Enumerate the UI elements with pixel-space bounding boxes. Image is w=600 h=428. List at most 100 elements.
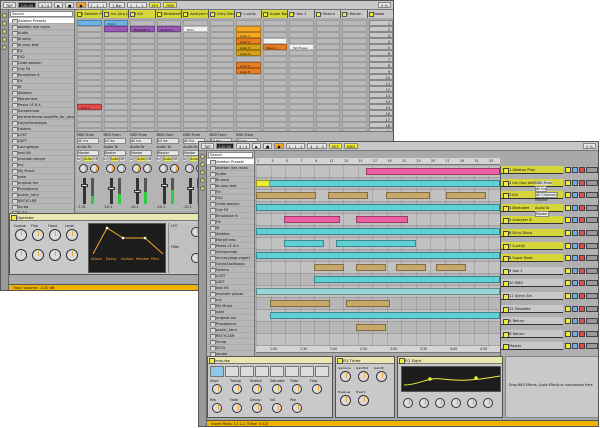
volume-fader[interactable]	[189, 178, 192, 204]
clip[interactable]: Bass 1	[262, 44, 287, 50]
arrangement-clip[interactable]	[256, 192, 316, 199]
solo-button[interactable]	[572, 293, 578, 299]
track-header[interactable]: 1 Ableton Plan	[76, 10, 103, 18]
send-knob[interactable]	[158, 164, 168, 173]
track-header[interactable]: 9 Vox 1	[288, 10, 315, 18]
eq-eight-knob[interactable]	[403, 398, 413, 408]
browser-search-input[interactable]: Search	[10, 11, 73, 17]
record-button[interactable]: ●	[274, 143, 284, 149]
solo-button[interactable]	[572, 305, 578, 312]
send-knob[interactable]	[79, 164, 88, 173]
arm-button[interactable]	[579, 280, 585, 287]
solo-button[interactable]	[572, 318, 578, 325]
sample-slot[interactable]	[315, 366, 329, 377]
solo-button[interactable]	[572, 255, 578, 262]
impulse-knob[interactable]	[292, 403, 302, 413]
sample-slot[interactable]	[270, 366, 284, 377]
envelope-display[interactable]: Attack Decay Sustain Release Pitch	[88, 223, 166, 273]
operator-knob[interactable]	[49, 229, 61, 241]
arrangement-clip[interactable]	[270, 312, 500, 319]
input-select[interactable]: All Ins	[77, 138, 99, 144]
arm-button[interactable]	[579, 167, 585, 173]
eq-eight-knob[interactable]	[451, 398, 461, 408]
track-header[interactable]: 4 Beatsteel	[501, 203, 563, 212]
arrangement-clip[interactable]	[396, 264, 426, 271]
arrangement-clip[interactable]	[256, 252, 500, 259]
arrangement-clip[interactable]	[356, 216, 408, 223]
tempo-field[interactable]: 120.00	[17, 2, 37, 8]
sample-slot[interactable]	[210, 366, 224, 377]
monitor-in[interactable]: In	[156, 157, 160, 161]
clip[interactable]: Fat Phase	[289, 44, 314, 50]
arm-button[interactable]	[579, 318, 585, 325]
volume-field[interactable]	[586, 192, 598, 199]
track-header[interactable]: 7 Luckily	[501, 241, 563, 250]
impulse-knob[interactable]	[252, 384, 262, 394]
arm-button[interactable]	[579, 230, 585, 236]
monitor-auto[interactable]: Auto	[137, 157, 145, 161]
clip[interactable]: Loop 4	[236, 50, 261, 56]
track-activator-button[interactable]	[565, 179, 571, 186]
arrangement-clip[interactable]	[256, 228, 500, 235]
arm-button[interactable]	[579, 293, 585, 299]
eq-eight-display[interactable]	[401, 366, 501, 392]
impulse-knob[interactable]	[252, 403, 262, 413]
send-knob[interactable]	[105, 164, 115, 173]
midi-map-button[interactable]: MIDI	[343, 143, 358, 149]
track-activator-button[interactable]	[565, 318, 571, 325]
volume-field[interactable]	[586, 318, 598, 325]
track-header[interactable]: Master	[501, 342, 563, 351]
key-map-button[interactable]: KEY	[328, 143, 342, 149]
volume-field[interactable]	[586, 179, 598, 186]
output-select[interactable]: Master	[156, 150, 179, 156]
solo-button[interactable]	[572, 343, 578, 350]
play-button[interactable]: ▶	[54, 2, 63, 8]
track-activator-button[interactable]	[565, 343, 571, 350]
solo-button[interactable]	[572, 204, 578, 211]
send-knob[interactable]	[132, 164, 141, 173]
sample-slot[interactable]	[255, 366, 269, 377]
send-knob[interactable]	[143, 164, 152, 173]
track-header[interactable]: 9 Vox 1	[501, 266, 563, 275]
operator-knob[interactable]	[49, 249, 61, 261]
arrangement-clip[interactable]	[314, 264, 344, 271]
volume-field[interactable]	[586, 167, 598, 173]
arm-button[interactable]	[579, 267, 585, 274]
track-activator-button[interactable]	[565, 204, 571, 211]
browser-toggle-icon[interactable]	[200, 154, 205, 159]
eq-three-knob[interactable]	[340, 371, 351, 382]
arrangement-clip[interactable]	[346, 300, 390, 307]
operator-knob[interactable]	[66, 229, 78, 241]
loop-position-field[interactable]: 1 . 1 . 1	[126, 2, 147, 8]
track-activator-button[interactable]	[565, 242, 571, 249]
monitor-auto[interactable]: Auto	[84, 157, 92, 161]
track-activator-button[interactable]	[565, 305, 571, 312]
arrangement-clip[interactable]	[328, 192, 368, 199]
play-button[interactable]: ▶	[252, 143, 261, 149]
arrangement-clip[interactable]	[270, 300, 330, 307]
browser-search-input[interactable]: Search	[208, 152, 253, 158]
solo-button[interactable]	[572, 242, 578, 249]
quantize-field[interactable]: 1 Bar	[109, 2, 125, 8]
track-activator-button[interactable]	[565, 280, 571, 287]
track-header[interactable]: 10 MIDI	[501, 279, 563, 288]
device-browser-icon[interactable]	[200, 162, 205, 167]
volume-fader-cap[interactable]	[134, 190, 141, 193]
volume-field[interactable]	[586, 217, 598, 224]
monitor-off[interactable]: Off	[146, 157, 152, 161]
file-browser-icon[interactable]	[200, 178, 205, 183]
volume-fader-cap[interactable]	[107, 187, 115, 190]
track-header[interactable]: 5 Analyzer B	[501, 216, 563, 225]
track-header[interactable]: 6 Dirty Disco	[208, 10, 235, 18]
track-activator-button[interactable]	[565, 267, 571, 274]
sample-slot[interactable]	[285, 366, 299, 377]
track-activator-button[interactable]	[565, 255, 571, 262]
impulse-knob[interactable]	[232, 384, 242, 394]
input-select[interactable]: All Ins	[103, 138, 126, 144]
monitor-in[interactable]: In	[183, 157, 187, 161]
track-header[interactable]: 5 Analyzer B	[182, 10, 209, 18]
arrangement-clip[interactable]	[446, 192, 486, 199]
operator-knob[interactable]	[32, 229, 44, 241]
volume-field[interactable]	[586, 230, 598, 236]
eq-eight-knob[interactable]	[483, 398, 493, 408]
